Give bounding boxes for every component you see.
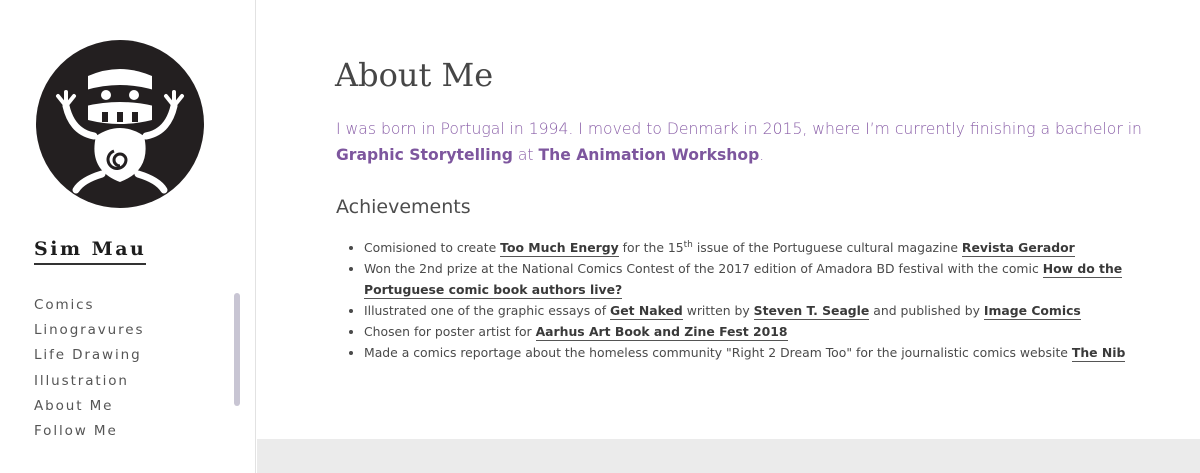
masked-figure-logo-icon[interactable] — [36, 40, 204, 208]
sidebar-nav: Comics Linogravures Life Drawing Illustr… — [34, 296, 144, 447]
list-item: Comisioned to create Too Much Energy for… — [364, 237, 1164, 258]
item-text: written by — [682, 303, 754, 318]
item-text: Chosen for poster artist for — [364, 324, 536, 339]
intro-text: I was born in Portugal in 1994. I moved … — [336, 120, 1142, 138]
main-content: About Me I was born in Portugal in 1994.… — [257, 0, 1200, 473]
steven-seagle-link[interactable]: Steven T. Seagle — [753, 303, 870, 320]
intro-text: at — [512, 146, 539, 164]
animation-workshop-link[interactable]: The Animation Workshop — [538, 146, 759, 164]
item-text: Comisioned to create — [364, 240, 501, 255]
graphic-storytelling-link[interactable]: Graphic Storytelling — [336, 146, 513, 164]
nav-item-follow-me[interactable]: Follow Me — [34, 422, 144, 447]
zine-fest-link[interactable]: Aarhus Art Book and Zine Fest 2018 — [535, 324, 788, 341]
sidebar: Sim Mau Comics Linogravures Life Drawing… — [0, 0, 256, 473]
item-text: and published by — [869, 303, 984, 318]
list-item: Won the 2nd prize at the National Comics… — [364, 258, 1164, 300]
ordinal-suffix: th — [683, 239, 693, 250]
the-nib-link[interactable]: The Nib — [1071, 345, 1126, 362]
page-title: About Me — [335, 56, 494, 94]
list-item: Chosen for poster artist for Aarhus Art … — [364, 321, 1164, 342]
intro-paragraph: I was born in Portugal in 1994. I moved … — [336, 116, 1166, 168]
achievements-list: Comisioned to create Too Much Energy for… — [364, 237, 1164, 363]
nav-item-life-drawing[interactable]: Life Drawing — [34, 346, 144, 371]
image-comics-link[interactable]: Image Comics — [983, 303, 1081, 320]
nav-item-about-me[interactable]: About Me — [34, 397, 144, 422]
footer-band — [257, 439, 1200, 473]
item-text: Made a comics reportage about the homele… — [364, 345, 1072, 360]
sidebar-scrollbar[interactable] — [234, 293, 240, 406]
item-text: issue of the Portuguese cultural magazin… — [692, 240, 962, 255]
nav-item-linogravures[interactable]: Linogravures — [34, 321, 144, 346]
get-naked-link[interactable]: Get Naked — [610, 303, 683, 320]
item-text: Won the 2nd prize at the National Comics… — [364, 261, 1043, 276]
nav-item-illustration[interactable]: Illustration — [34, 372, 144, 397]
item-text: Illustrated one of the graphic essays of — [364, 303, 611, 318]
site-title[interactable]: Sim Mau — [34, 238, 147, 265]
revista-gerador-link[interactable]: Revista Gerador — [961, 240, 1075, 257]
list-item: Made a comics reportage about the homele… — [364, 342, 1164, 363]
too-much-energy-link[interactable]: Too Much Energy — [500, 240, 619, 257]
item-text: for the 15 — [618, 240, 684, 255]
nav-item-comics[interactable]: Comics — [34, 296, 144, 321]
list-item: Illustrated one of the graphic essays of… — [364, 300, 1164, 321]
intro-text: . — [759, 146, 765, 164]
achievements-heading: Achievements — [336, 196, 471, 218]
